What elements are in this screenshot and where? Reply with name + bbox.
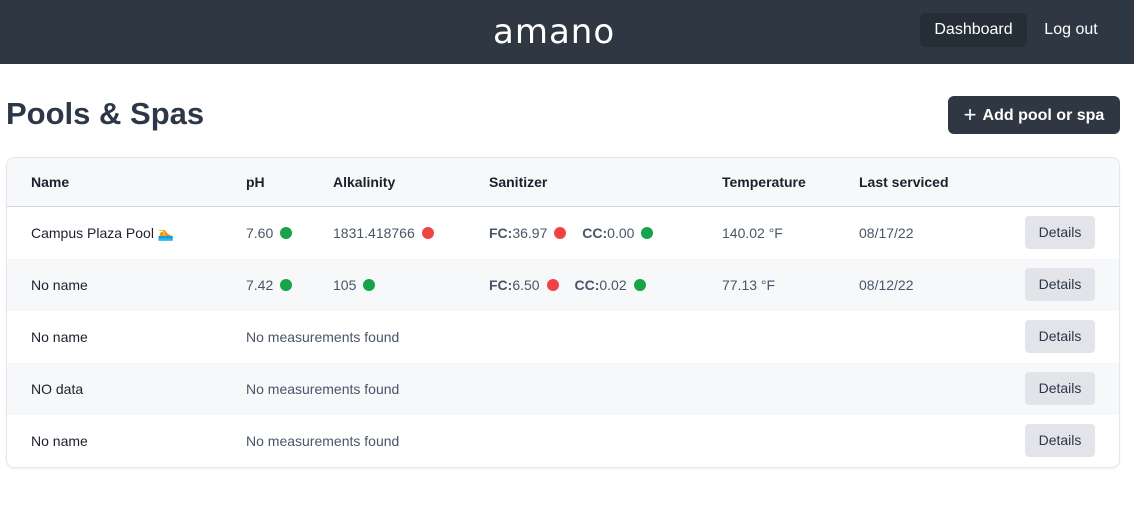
sanitizer-value: FC:36.97 CC:0.00 [489,207,654,259]
column-header-sanitizer: Sanitizer [489,174,548,190]
fc-text: 36.97 [512,225,548,241]
cc-text: 0.00 [607,225,635,241]
table-row: No name No measurements found Details [7,311,1119,363]
pool-name: No name [31,433,88,449]
ph-value: 7.42 [246,259,293,311]
sanitizer-value: FC:6.50 CC:0.02 [489,259,646,311]
swimmer-icon: 🏊 [157,226,175,241]
column-header-ph: pH [246,174,265,190]
temperature-value: 77.13 °F [722,277,776,293]
column-header-alkalinity: Alkalinity [333,174,396,190]
fc-label: FC: [489,277,513,293]
cc-label: CC: [582,225,608,241]
table-row: NO data No measurements found Details [7,363,1119,415]
pool-name: No name [31,277,88,293]
pools-table: Name pH Alkalinity Sanitizer Temperature… [6,157,1120,468]
cc-label: CC: [574,277,600,293]
alkalinity-value: 1831.418766 [333,207,434,259]
page-title: Pools & Spas [6,96,205,131]
pool-name: No name [31,329,88,345]
ph-text: 7.42 [246,277,274,293]
logo-text: amano [493,12,616,52]
no-measurements-message: No measurements found [246,433,400,449]
status-ok-dot-icon [641,227,654,239]
last-serviced-value: 08/12/22 [859,277,914,293]
status-bad-dot-icon [546,279,559,291]
top-navbar: amano Dashboard Log out [0,0,1134,64]
column-header-temperature: Temperature [722,174,806,190]
details-button[interactable]: Details [1025,216,1095,249]
fc-label: FC: [489,225,513,241]
nav-logout-link[interactable]: Log out [1030,13,1112,47]
no-measurements-message: No measurements found [246,381,400,397]
status-ok-dot-icon [633,279,646,291]
column-header-last-serviced: Last serviced [859,174,949,190]
pool-name: NO data [31,381,84,397]
status-ok-dot-icon [280,227,293,239]
status-ok-dot-icon [280,279,293,291]
details-button[interactable]: Details [1025,268,1095,301]
ph-text: 7.60 [246,225,274,241]
table-row: Campus Plaza Pool 🏊 7.60 1831.418766 FC:… [7,207,1119,259]
fc-text: 6.50 [512,277,540,293]
table-header: Name pH Alkalinity Sanitizer Temperature… [7,158,1119,207]
table-row: No name 7.42 105 FC:6.50 CC:0.02 77.13 °… [7,259,1119,311]
add-pool-button[interactable]: + Add pool or spa [948,96,1120,134]
table-row: No name No measurements found Details [7,415,1119,467]
add-pool-label: Add pool or spa [982,107,1105,124]
alkalinity-value: 105 [333,259,376,311]
details-button[interactable]: Details [1025,424,1095,457]
status-bad-dot-icon [554,227,567,239]
amano-logo[interactable]: amano [493,13,615,51]
plus-icon: + [963,102,977,127]
ph-value: 7.60 [246,207,293,259]
cc-text: 0.02 [599,277,627,293]
last-serviced-value: 08/17/22 [859,225,914,241]
alkalinity-text: 1831.418766 [333,225,415,241]
status-ok-dot-icon [363,279,376,291]
details-button[interactable]: Details [1025,320,1095,353]
pool-name-text: Campus Plaza Pool [31,225,154,241]
alkalinity-text: 105 [333,277,357,293]
nav-dashboard-link[interactable]: Dashboard [920,13,1027,47]
no-measurements-message: No measurements found [246,329,400,345]
status-bad-dot-icon [421,227,434,239]
column-header-name: Name [31,174,70,190]
temperature-value: 140.02 °F [722,225,783,241]
details-button[interactable]: Details [1025,372,1095,405]
pool-name: Campus Plaza Pool 🏊 [31,207,174,259]
